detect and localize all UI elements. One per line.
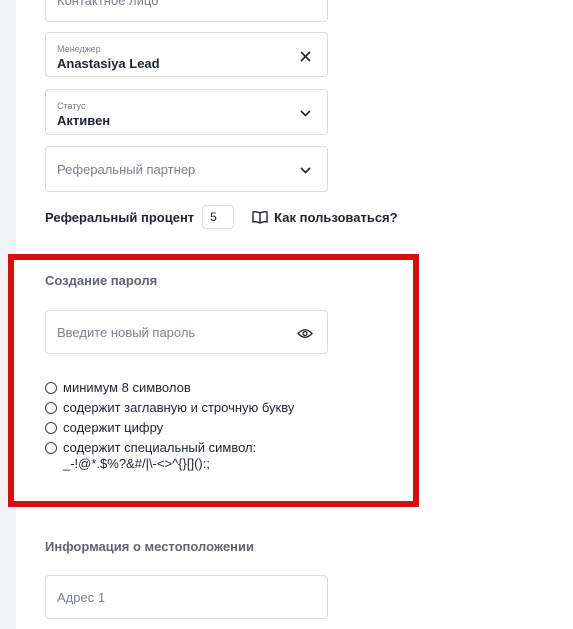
status-label: Статус <box>57 101 86 111</box>
referral-partner-placeholder: Реферальный партнер <box>57 162 196 177</box>
rule-text: содержит специальный символ: _-!@*.$%?&#… <box>63 440 257 471</box>
chevron-down-icon[interactable] <box>297 105 313 121</box>
contact-person-placeholder: Контактное лицо <box>57 0 159 8</box>
referral-percent-row: Реферальный процент 5 Как пользоваться? <box>45 204 398 230</box>
rule-status-circle-icon <box>45 442 57 454</box>
password-rule-case: содержит заглавную и строчную букву <box>45 400 315 416</box>
eye-icon[interactable] <box>297 325 313 341</box>
new-password-field[interactable]: Введите новый пароль <box>45 310 328 354</box>
status-select[interactable]: Статус Активен <box>45 89 328 135</box>
address1-placeholder: Адрес 1 <box>57 590 106 605</box>
password-rule-min-length: минимум 8 символов <box>45 380 315 396</box>
how-to-use-label: Как пользоваться? <box>274 209 398 225</box>
rule-status-circle-icon <box>45 422 57 434</box>
password-rule-special: содержит специальный символ: _-!@*.$%?&#… <box>45 440 315 472</box>
referral-percent-label: Реферальный процент <box>45 209 195 225</box>
password-rules-list: минимум 8 символов содержит заглавную и … <box>45 380 315 476</box>
rule-status-circle-icon <box>45 402 57 414</box>
contact-person-field[interactable]: Контактное лицо <box>45 0 328 22</box>
clear-icon[interactable] <box>297 48 313 64</box>
referral-percent-input[interactable]: 5 <box>202 205 235 229</box>
password-rule-digit: содержит цифру <box>45 420 315 436</box>
location-section-title: Информация о местоположении <box>45 539 254 554</box>
new-password-placeholder: Введите новый пароль <box>57 325 196 340</box>
rule-text: содержит цифру <box>63 420 164 435</box>
address1-field[interactable]: Адрес 1 <box>45 575 328 619</box>
manager-field[interactable]: Менеджер Anastasiya Lead <box>45 32 328 77</box>
chevron-down-icon[interactable] <box>297 162 313 178</box>
book-icon <box>252 210 268 224</box>
rule-text: минимум 8 символов <box>63 380 191 395</box>
rule-text: содержит заглавную и строчную букву <box>63 400 295 415</box>
manager-label: Менеджер <box>57 44 101 54</box>
password-section-title: Создание пароля <box>45 273 158 288</box>
manager-value: Anastasiya Lead <box>57 56 160 71</box>
status-value: Активен <box>57 113 111 128</box>
rule-status-circle-icon <box>45 382 57 394</box>
referral-partner-select[interactable]: Реферальный партнер <box>45 146 328 192</box>
how-to-use-link[interactable]: Как пользоваться? <box>252 209 398 225</box>
